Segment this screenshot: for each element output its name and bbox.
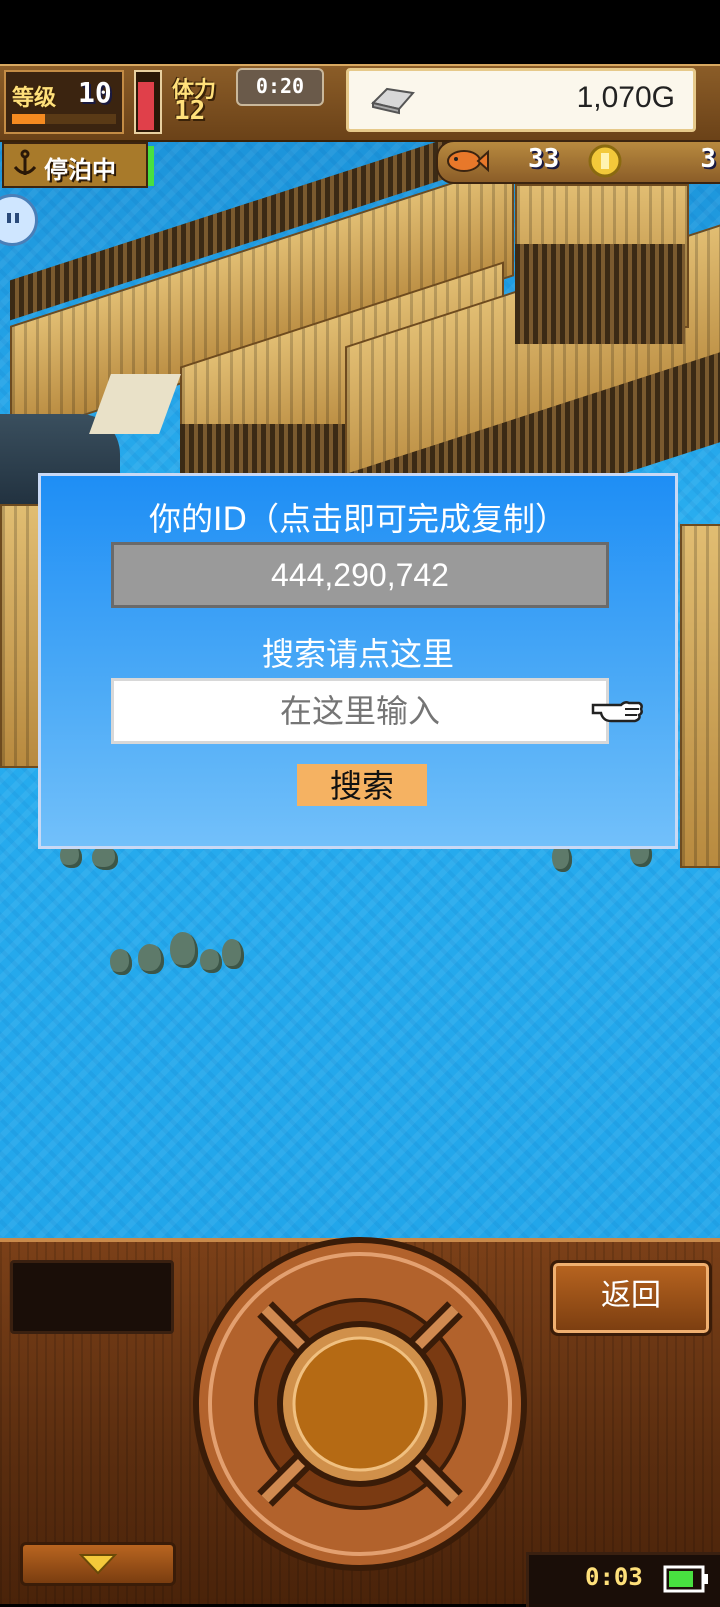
stamina-gauge xyxy=(134,70,162,134)
silver-bar-icon xyxy=(371,87,415,115)
item-count: 33 xyxy=(528,144,560,174)
gold-amount: 1,070G xyxy=(576,81,675,114)
chat-bubble-icon[interactable] xyxy=(0,194,38,246)
dock-tower-pilings xyxy=(515,244,685,344)
pointing-hand-icon xyxy=(591,701,643,723)
expand-menu-button[interactable] xyxy=(20,1542,176,1586)
gold-coin-icon xyxy=(588,144,622,178)
mooring-status-label: 停泊中 xyxy=(44,156,116,184)
triangle-down-icon xyxy=(78,1554,118,1575)
helm-wheel-icon[interactable] xyxy=(190,1234,530,1574)
back-button[interactable]: 返回 xyxy=(550,1260,712,1336)
id-value: 444,290,742 xyxy=(271,557,449,593)
id-label: 你的ID（点击即可完成复制） xyxy=(148,500,568,538)
back-button-label: 返回 xyxy=(601,1278,661,1313)
status-indicator xyxy=(148,146,154,186)
fish-icon xyxy=(447,149,489,173)
resource-bar: 33 3 xyxy=(436,140,720,184)
search-button[interactable]: 搜索 xyxy=(297,764,427,806)
search-button-label: 搜索 xyxy=(329,767,394,805)
status-bar xyxy=(0,0,720,64)
timer-panel: 0:20 xyxy=(236,68,324,106)
clock-panel: 0:03 xyxy=(526,1552,720,1607)
rock xyxy=(92,846,118,870)
battery-icon xyxy=(663,1565,708,1593)
search-label: 搜索请点这里 xyxy=(261,635,454,673)
clock-value: 0:03 xyxy=(585,1563,643,1591)
rock xyxy=(138,944,164,974)
xp-bar xyxy=(12,114,116,124)
anchor-icon xyxy=(13,149,37,175)
level-value: 10 xyxy=(78,76,112,109)
level-label: 等级 xyxy=(12,86,57,111)
top-hud: 等级 10 体力 12 0:20 1,070G xyxy=(0,64,720,142)
stamina-value: 12 xyxy=(174,96,206,126)
level-panel: 等级 10 xyxy=(4,70,124,134)
rock xyxy=(200,949,222,973)
rock xyxy=(222,939,244,969)
rock xyxy=(110,949,132,975)
bottom-console: 返回 0:03 xyxy=(0,1237,720,1607)
id-copy-box[interactable]: 444,290,742 xyxy=(111,542,609,608)
info-screen xyxy=(10,1260,174,1334)
friend-search-dialog: 你的ID（点击即可完成复制） 444,290,742 搜索请点这里 搜索 xyxy=(38,473,678,849)
timer-value: 0:20 xyxy=(255,74,305,98)
stamina-gauge-fill xyxy=(138,82,154,130)
gold-panel: 1,070G xyxy=(346,68,696,132)
search-input[interactable] xyxy=(111,678,609,744)
coin-count: 3 xyxy=(700,144,716,174)
dock-right-edge xyxy=(680,524,720,868)
mooring-status: 停泊中 xyxy=(2,142,148,188)
rock xyxy=(170,932,198,968)
xp-bar-fill xyxy=(12,114,46,124)
